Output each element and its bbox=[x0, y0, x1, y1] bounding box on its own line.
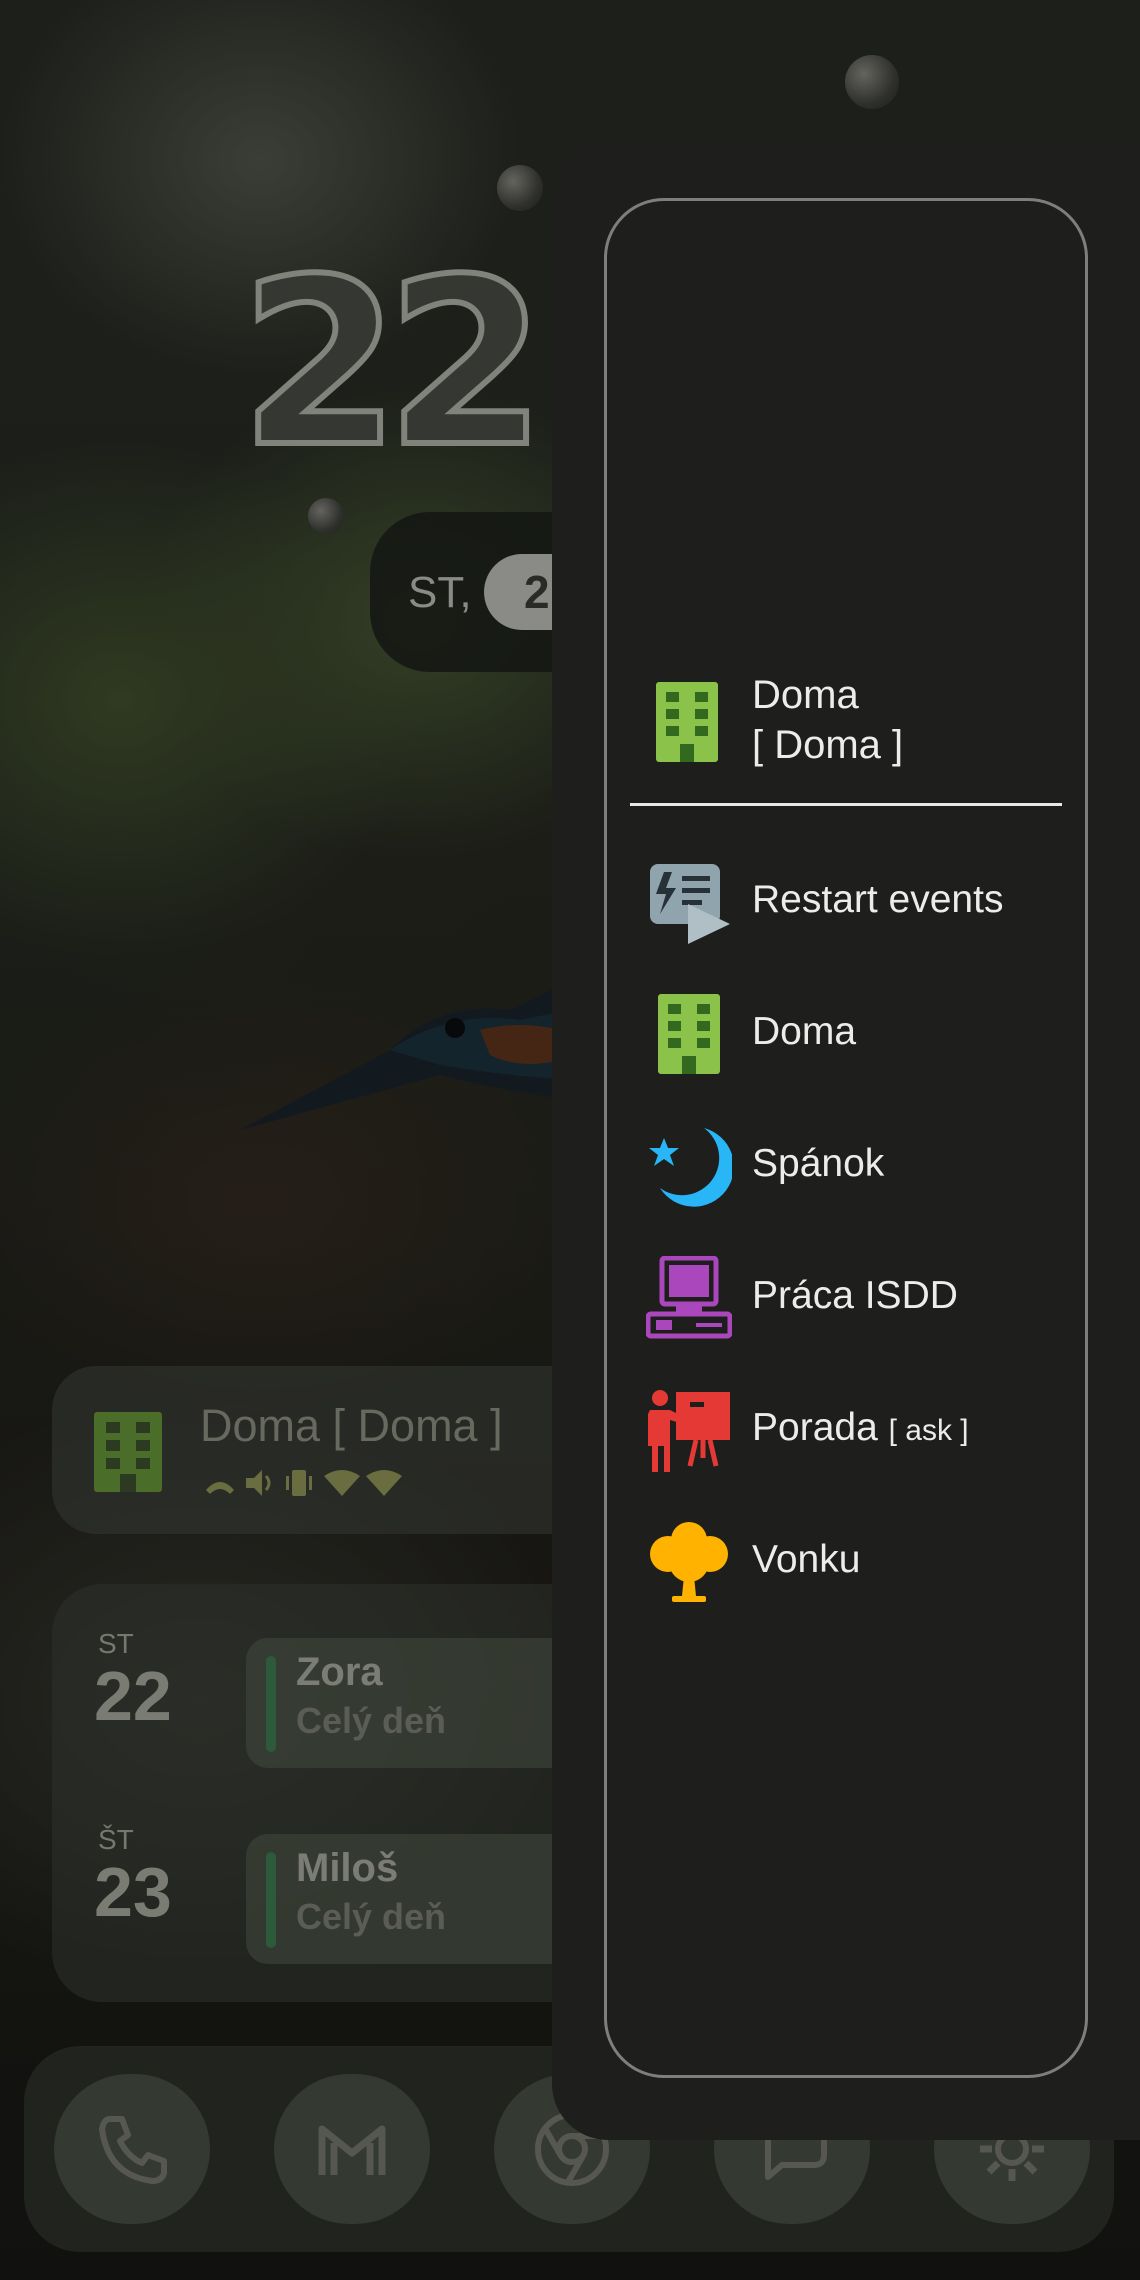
shortcut-label-text: Restart events bbox=[752, 878, 1004, 921]
status-icons bbox=[206, 1470, 402, 1496]
shortcut-vonku[interactable]: Vonku bbox=[640, 1506, 1060, 1606]
tree-icon bbox=[650, 1522, 728, 1602]
gmail-icon bbox=[318, 2125, 386, 2175]
shortcut-label: Restart events bbox=[752, 878, 1003, 922]
computer-icon bbox=[646, 1256, 732, 1339]
event-color-bar bbox=[266, 1656, 276, 1752]
shortcut-restart-events[interactable]: Restart events bbox=[640, 846, 1060, 946]
current-mode-name: Doma bbox=[752, 673, 859, 717]
event-title: Zora bbox=[296, 1650, 383, 1694]
shortcut-spanok[interactable]: Spánok bbox=[640, 1110, 1060, 1210]
shortcut-praca-isdd[interactable]: Práca ISDD bbox=[640, 1242, 1060, 1342]
shortcut-label-text: Doma bbox=[752, 1010, 857, 1053]
shortcut-label-text: Vonku bbox=[752, 1538, 861, 1581]
divider bbox=[630, 803, 1062, 806]
shortcut-label: Porada [ ask ] bbox=[752, 1406, 969, 1450]
building-icon bbox=[658, 994, 720, 1074]
building-icon bbox=[656, 682, 718, 762]
phone-icon bbox=[99, 2116, 167, 2184]
date-day: ST, bbox=[408, 568, 472, 617]
presentation-icon bbox=[648, 1390, 730, 1472]
calendar-day-number: 23 bbox=[94, 1853, 172, 1931]
calendar-day-number: 22 bbox=[94, 1657, 172, 1735]
event-time: Celý deň bbox=[296, 1700, 447, 1741]
current-mode-detail: [ Doma ] bbox=[752, 723, 904, 767]
mode-widget-title: Doma [ Doma ] bbox=[200, 1400, 503, 1451]
shortcut-label-text: Porada bbox=[752, 1406, 878, 1449]
moon-star-icon bbox=[649, 1128, 732, 1207]
shortcut-doma[interactable]: Doma bbox=[640, 978, 1060, 1078]
shortcut-porada[interactable]: Porada [ ask ] bbox=[640, 1374, 1060, 1474]
shortcut-label-text: Spánok bbox=[752, 1142, 885, 1185]
building-icon bbox=[94, 1412, 162, 1492]
mode-status-icons bbox=[202, 1466, 402, 1508]
event-time: Celý deň bbox=[296, 1896, 447, 1937]
shortcut-label: Doma bbox=[752, 1010, 856, 1054]
restart-events-icon bbox=[650, 864, 730, 944]
shortcut-label-suffix: [ ask ] bbox=[888, 1414, 969, 1447]
gmail-app-button[interactable] bbox=[274, 2074, 430, 2224]
shortcut-label: Spánok bbox=[752, 1142, 884, 1186]
current-mode-label: Doma [ Doma ] bbox=[752, 670, 903, 770]
event-title: Miloš bbox=[296, 1846, 399, 1890]
shortcut-label: Vonku bbox=[752, 1538, 860, 1582]
current-mode: Doma [ Doma ] bbox=[640, 670, 1070, 800]
event-color-bar bbox=[266, 1852, 276, 1948]
phone-app-button[interactable] bbox=[54, 2074, 210, 2224]
shortcut-label-text: Práca ISDD bbox=[752, 1274, 958, 1317]
shortcut-label: Práca ISDD bbox=[752, 1274, 958, 1318]
